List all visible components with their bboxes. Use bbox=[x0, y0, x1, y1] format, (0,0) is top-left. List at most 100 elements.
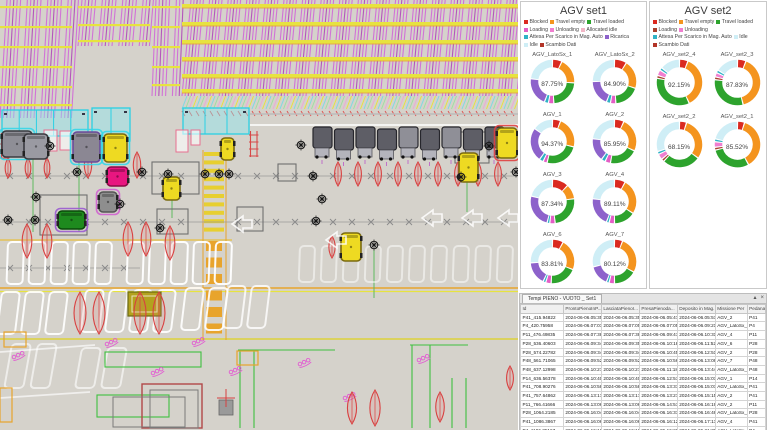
agv-utilization-value: 89.11% bbox=[592, 179, 637, 229]
table-row[interactable]: P41_757.648622024-06-06.13:172024-06-06.… bbox=[521, 392, 766, 401]
times-table-grid: IdProntoPienoInP...LasciataPienoI...Pres… bbox=[519, 304, 767, 430]
agv-utilization-value: 80.12% bbox=[592, 239, 637, 289]
table-cell: 2024-06-06.09:52 bbox=[601, 357, 639, 366]
table-cell: P48 bbox=[747, 357, 765, 366]
agv-donut-chart: 87.34% bbox=[530, 179, 575, 229]
table-cell: P11_476.49835 bbox=[521, 331, 564, 340]
agv-donut-label: AGV_set2_1 bbox=[721, 114, 754, 120]
legend-label: Attesa Per Scarico in Mag. Auto bbox=[530, 34, 603, 41]
legend-label: Travel empty bbox=[684, 19, 714, 26]
close-icon[interactable]: × bbox=[758, 294, 766, 303]
table-cell: 2024-06-06.09:34 bbox=[601, 348, 639, 357]
legend-item: Idle bbox=[524, 42, 538, 49]
table-column-header[interactable]: Deposito in Mag. D bbox=[677, 305, 715, 314]
agv-donut-label: AGV_LatoSx_1 bbox=[532, 52, 572, 58]
table-tab-bar: Tempi PIENO - VUOTO _ Set1 ▴ × bbox=[519, 293, 767, 304]
table-column-header[interactable]: LasciataPienoI... bbox=[601, 305, 639, 314]
table-row[interactable]: P4_420.759582024-06-06.07:032024-06-06.0… bbox=[521, 322, 766, 331]
legend-item: Loading bbox=[524, 27, 548, 34]
legend-label: Scambio Dati bbox=[545, 42, 576, 49]
table-cell: 2024-06-06.09:35 bbox=[601, 339, 639, 348]
table-cell: 2024-06-06.16:04 bbox=[601, 409, 639, 418]
table-row[interactable]: P11_766.416662024-06-06.13:062024-06-06.… bbox=[521, 400, 766, 409]
agv-utilization-value: 85.95% bbox=[592, 119, 637, 169]
table-cell: 2024-06-06.15:07 bbox=[677, 383, 715, 392]
table-cell: 2024-06-06.13:08 bbox=[677, 357, 715, 366]
table-cell: P4_1196.35167 bbox=[521, 426, 564, 430]
legend-swatch-icon bbox=[550, 28, 554, 32]
table-cell: P28 bbox=[747, 339, 765, 348]
table-cell: 2024-06-06.07:38 bbox=[563, 331, 601, 340]
plant-layout-map[interactable] bbox=[0, 0, 518, 430]
table-cell: 2024-06-06.09:41 bbox=[639, 331, 677, 340]
table-cell: AGV_LatoSx_1 bbox=[715, 383, 747, 392]
agv-set2-donut-grid: AGV_set2_492.15%AGV_set2_387.83%AGV_set2… bbox=[650, 52, 766, 173]
table-row[interactable]: P14_636.563782024-06-06.10:402024-06-06.… bbox=[521, 374, 766, 383]
legend-label: Idle bbox=[739, 34, 747, 41]
table-cell: AGV_2 bbox=[715, 313, 747, 322]
table-cell: P28_574.22782 bbox=[521, 348, 564, 357]
table-cell: 2024-06-06.13:17 bbox=[563, 392, 601, 401]
table-cell: 2024-06-06.15:15 bbox=[677, 392, 715, 401]
legend-item: Ricarica bbox=[605, 34, 629, 41]
table-column-header[interactable]: PresaPienoda... bbox=[639, 305, 677, 314]
legend-swatch-icon bbox=[524, 35, 528, 39]
agv-utilization-value: 84.90% bbox=[592, 59, 637, 109]
agv-dashboard-window: AGV set1 BlockedTravel emptyTravel loade… bbox=[0, 0, 768, 430]
table-cell: 2024-06-06.09:34 bbox=[563, 339, 601, 348]
agv-donut: AGV_489.11% bbox=[584, 172, 647, 229]
table-cell: 2024-06-06.16:31 bbox=[639, 409, 677, 418]
table-cell: P28 bbox=[747, 348, 765, 357]
table-row[interactable]: P11_476.498352024-06-06.07:38 2024-06-06.… bbox=[521, 331, 766, 340]
table-tab[interactable]: Tempi PIENO - VUOTO _ Set1 bbox=[522, 294, 602, 303]
table-row[interactable]: P28_574.227822024-06-06.09:342024-06-06.… bbox=[521, 348, 766, 357]
table-cell: P41_1086.3867 bbox=[521, 418, 564, 427]
scroll-up-icon[interactable]: ▴ bbox=[751, 294, 758, 303]
agv-donut-chart: 85.95% bbox=[592, 119, 637, 169]
table-cell: P48_561.71065 bbox=[521, 357, 564, 366]
legend-label: Idle bbox=[530, 42, 538, 49]
agv-utilization-value: 85.52% bbox=[714, 121, 761, 173]
table-cell: P41_757.64862 bbox=[521, 392, 564, 401]
legend-item: Unloading bbox=[550, 27, 579, 34]
table-cell: 2024-06-06.13:17 bbox=[601, 392, 639, 401]
legend-item: Blocked bbox=[653, 19, 677, 26]
agv-donut-label: AGV_3 bbox=[543, 172, 562, 178]
table-cell: 2024-06-06.11:52 bbox=[677, 339, 715, 348]
table-row[interactable]: P41_708.902762024-06-06.10:582024-06-06.… bbox=[521, 383, 766, 392]
legend-item: Scambio Dati bbox=[653, 42, 689, 49]
agv-donut: AGV_LatoSx_284.90% bbox=[584, 52, 647, 109]
table-row[interactable]: P4_1196.351672024-06-06.16:182024-06-06.… bbox=[521, 426, 766, 430]
table-cell: 2024-06-06.16:18 bbox=[601, 426, 639, 430]
table-cell: AGV_LatoSx_2 bbox=[715, 426, 747, 430]
table-cell: P41_708.90276 bbox=[521, 383, 564, 392]
legend-item: Travel empty bbox=[679, 19, 714, 26]
agv-donut: AGV_set2_492.15% bbox=[650, 52, 708, 111]
legend-label: Unloading bbox=[684, 27, 707, 34]
legend-item: Loading bbox=[653, 27, 677, 34]
table-column-header[interactable]: Pedana bbox=[747, 305, 765, 314]
table-row[interactable]: P28_1064.21852024-06-06.16:042024-06-06.… bbox=[521, 409, 766, 418]
agv-donut-label: AGV_set2_2 bbox=[663, 114, 696, 120]
legend-item: Travel empty bbox=[550, 19, 585, 26]
table-row[interactable]: P28_536.406032024-06-06.09:342024-06-06.… bbox=[521, 339, 766, 348]
agv-donut-label: AGV_4 bbox=[605, 172, 624, 178]
table-column-header[interactable]: ProntoPienoInP... bbox=[563, 305, 601, 314]
table-cell: 2024-06-06.09:52 bbox=[563, 357, 601, 366]
table-cell: 2024-06-06.16:06 bbox=[601, 418, 639, 427]
table-cell: P41_415.94822 bbox=[521, 313, 564, 322]
agv-set1-legend: BlockedTravel emptyTravel loadedLoadingU… bbox=[521, 19, 646, 49]
agv-donut: AGV_194.37% bbox=[521, 112, 584, 169]
table-row[interactable]: P41_415.948222024-06-06.05:352024-06-06.… bbox=[521, 313, 766, 322]
legend-label: Unloading bbox=[555, 27, 578, 34]
table-cell: P11 bbox=[747, 331, 765, 340]
table-cell: P11 bbox=[747, 400, 765, 409]
legend-label: Loading bbox=[659, 27, 677, 34]
table-row[interactable]: P48_561.710652024-06-06.09:522024-06-06.… bbox=[521, 357, 766, 366]
agv-donut-chart: 87.75% bbox=[530, 59, 575, 109]
agv-donut-label: AGV_LatoSx_2 bbox=[595, 52, 635, 58]
table-column-header[interactable]: Id bbox=[521, 305, 564, 314]
table-row[interactable]: P48_637.129982024-06-06.10:272024-06-06.… bbox=[521, 365, 766, 374]
table-row[interactable]: P41_1086.3867 2024-06-06.16:062024-06-06.… bbox=[521, 418, 766, 427]
table-column-header[interactable]: Missione Per bbox=[715, 305, 747, 314]
